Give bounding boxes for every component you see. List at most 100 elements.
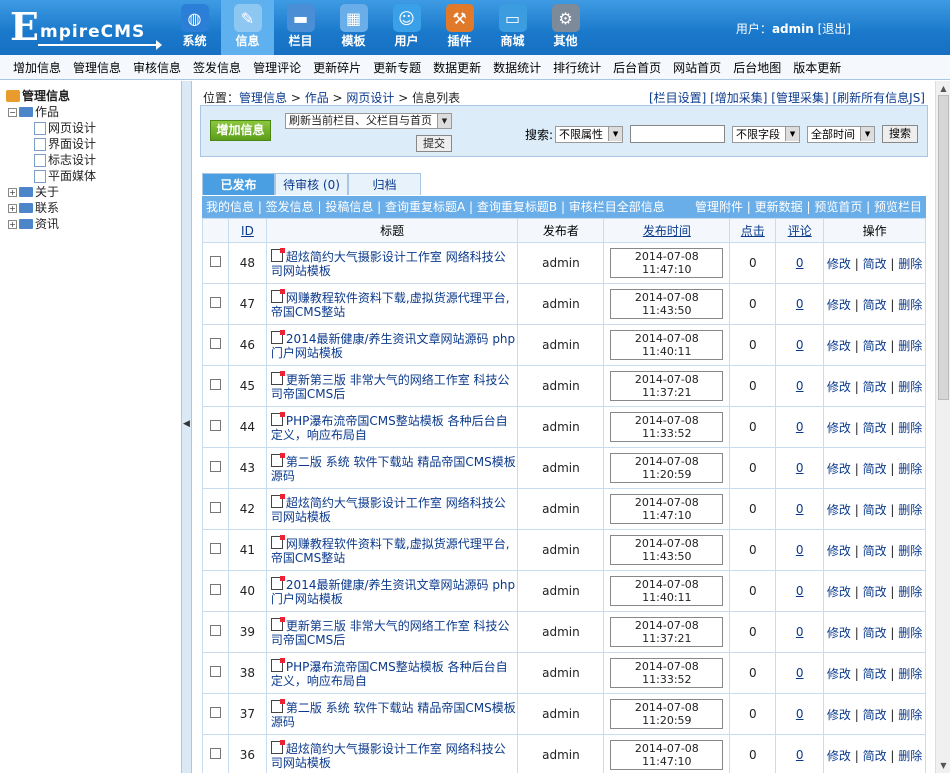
expand-icon[interactable]: +	[8, 219, 17, 229]
menu-item[interactable]: 增加信息	[13, 59, 61, 76]
row-comments-link[interactable]: 0	[796, 625, 804, 639]
row-comments-link[interactable]: 0	[796, 256, 804, 270]
menu-item[interactable]: 管理信息	[73, 59, 121, 76]
row-checkbox[interactable]	[209, 461, 221, 472]
topnav-item-4[interactable]: ☺ 用户	[380, 0, 433, 55]
delete-link[interactable]: 删除	[898, 667, 922, 681]
row-comments-link[interactable]: 0	[796, 666, 804, 680]
row-checkbox[interactable]	[209, 748, 221, 759]
edit-doc-icon[interactable]	[270, 370, 285, 385]
menu-item[interactable]: 管理评论	[253, 59, 301, 76]
row-comments-link[interactable]: 0	[796, 707, 804, 721]
quick-edit-link[interactable]: 简改	[863, 257, 887, 271]
edit-doc-icon[interactable]	[270, 411, 285, 426]
delete-link[interactable]: 删除	[898, 749, 922, 763]
header-clicks[interactable]: 点击	[729, 218, 777, 243]
row-checkbox[interactable]	[209, 297, 221, 308]
expand-icon[interactable]: +	[8, 187, 17, 197]
row-time-field[interactable]: 2014-07-08 11:47:10	[610, 494, 724, 524]
edit-link[interactable]: 修改	[827, 380, 851, 394]
edit-link[interactable]: 修改	[827, 749, 851, 763]
row-time-field[interactable]: 2014-07-08 11:37:21	[610, 617, 724, 647]
vertical-scrollbar[interactable]: ▲ ▼	[935, 81, 950, 773]
delete-link[interactable]: 删除	[898, 544, 922, 558]
edit-link[interactable]: 修改	[827, 257, 851, 271]
row-title-link[interactable]: 2014最新健康/养生资讯文章网站源码 php门户网站模板	[271, 332, 515, 360]
time-select[interactable]: 全部时间 ▼	[807, 125, 876, 143]
scroll-up-icon[interactable]: ▲	[938, 83, 949, 94]
row-comments-link[interactable]: 0	[796, 297, 804, 311]
topnav-item-5[interactable]: ⚒ 插件	[433, 0, 486, 55]
menu-item[interactable]: 网站首页	[673, 59, 721, 76]
sidebar-splitter[interactable]: ◀	[182, 81, 192, 773]
quick-edit-link[interactable]: 简改	[863, 585, 887, 599]
row-comments-link[interactable]: 0	[796, 748, 804, 762]
row-comments-link[interactable]: 0	[796, 584, 804, 598]
row-time-field[interactable]: 2014-07-08 11:40:11	[610, 576, 724, 606]
row-title-link[interactable]: 超炫简约大气摄影设计工作室 网络科技公司网站模板	[271, 250, 506, 278]
search-button[interactable]: 搜索	[882, 125, 919, 143]
add-info-button[interactable]: 增加信息	[210, 120, 271, 141]
delete-link[interactable]: 删除	[898, 257, 922, 271]
edit-doc-icon[interactable]	[270, 739, 285, 754]
row-title-link[interactable]: 网赚教程软件资料下载,虚拟货源代理平台,帝国CMS整站	[271, 537, 510, 565]
row-title-link[interactable]: 超炫简约大气摄影设计工作室 网络科技公司网站模板	[271, 496, 506, 524]
delete-link[interactable]: 删除	[898, 462, 922, 476]
row-title-link[interactable]: 更新第三版 非常大气的网络工作室 科技公司帝国CMS后	[271, 619, 510, 647]
menu-item[interactable]: 版本更新	[793, 59, 841, 76]
row-checkbox[interactable]	[209, 338, 221, 349]
edit-link[interactable]: 修改	[827, 339, 851, 353]
edit-link[interactable]: 修改	[827, 667, 851, 681]
edit-doc-icon[interactable]	[270, 534, 285, 549]
topnav-item-1[interactable]: ✎ 信息	[221, 0, 274, 55]
row-time-field[interactable]: 2014-07-08 11:20:59	[610, 453, 724, 483]
menu-item[interactable]: 更新专题	[373, 59, 421, 76]
row-time-field[interactable]: 2014-07-08 11:43:50	[610, 289, 724, 319]
edit-doc-icon[interactable]	[270, 657, 285, 672]
quick-edit-link[interactable]: 简改	[863, 339, 887, 353]
row-time-field[interactable]: 2014-07-08 11:33:52	[610, 658, 724, 688]
delete-link[interactable]: 删除	[898, 626, 922, 640]
edit-link[interactable]: 修改	[827, 462, 851, 476]
tab-1[interactable]: 待审核 (0)	[275, 173, 348, 195]
row-comments-link[interactable]: 0	[796, 338, 804, 352]
right-links[interactable]: [栏目设置] [增加采集] [管理采集] [刷新所有信息JS]	[649, 89, 925, 106]
row-checkbox[interactable]	[209, 584, 221, 595]
row-checkbox[interactable]	[209, 379, 221, 390]
row-time-field[interactable]: 2014-07-08 11:43:50	[610, 535, 724, 565]
row-checkbox[interactable]	[209, 256, 221, 267]
edit-link[interactable]: 修改	[827, 708, 851, 722]
row-time-field[interactable]: 2014-07-08 11:40:11	[610, 330, 724, 360]
quick-edit-link[interactable]: 简改	[863, 503, 887, 517]
row-time-field[interactable]: 2014-07-08 11:33:52	[610, 412, 724, 442]
quick-edit-link[interactable]: 简改	[863, 544, 887, 558]
row-time-field[interactable]: 2014-07-08 11:37:21	[610, 371, 724, 401]
tree-root[interactable]: 管理信息	[6, 88, 96, 104]
row-title-link[interactable]: 超炫简约大气摄影设计工作室 网络科技公司网站模板	[271, 742, 506, 770]
tree-node[interactable]: 平面媒体	[6, 168, 96, 184]
row-title-link[interactable]: 2014最新健康/养生资讯文章网站源码 php门户网站模板	[271, 578, 515, 606]
quick-edit-link[interactable]: 简改	[863, 667, 887, 681]
tree-node[interactable]: 界面设计	[6, 136, 96, 152]
row-checkbox[interactable]	[209, 625, 221, 636]
header-id[interactable]: ID	[227, 218, 267, 243]
row-time-field[interactable]: 2014-07-08 11:47:10	[610, 740, 724, 770]
topnav-item-3[interactable]: ▦ 模板	[327, 0, 380, 55]
edit-doc-icon[interactable]	[270, 575, 285, 590]
toolbar-right-links[interactable]: 管理附件 | 更新数据 | 预览首页 | 预览栏目	[695, 196, 922, 218]
menu-item[interactable]: 签发信息	[193, 59, 241, 76]
quick-edit-link[interactable]: 简改	[863, 708, 887, 722]
expand-icon[interactable]: +	[8, 203, 17, 213]
row-title-link[interactable]: 网赚教程软件资料下载,虚拟货源代理平台,帝国CMS整站	[271, 291, 510, 319]
row-title-link[interactable]: 第二版 系统 软件下载站 精品帝国CMS模板源码	[271, 701, 516, 729]
row-time-field[interactable]: 2014-07-08 11:20:59	[610, 699, 724, 729]
topnav-item-0[interactable]: ◍ 系统	[168, 0, 221, 55]
menu-item[interactable]: 审核信息	[133, 59, 181, 76]
row-comments-link[interactable]: 0	[796, 461, 804, 475]
menu-item[interactable]: 后台首页	[613, 59, 661, 76]
edit-doc-icon[interactable]	[270, 329, 285, 344]
row-comments-link[interactable]: 0	[796, 379, 804, 393]
quick-edit-link[interactable]: 简改	[863, 421, 887, 435]
menu-item[interactable]: 后台地图	[733, 59, 781, 76]
menu-item[interactable]: 数据统计	[493, 59, 541, 76]
